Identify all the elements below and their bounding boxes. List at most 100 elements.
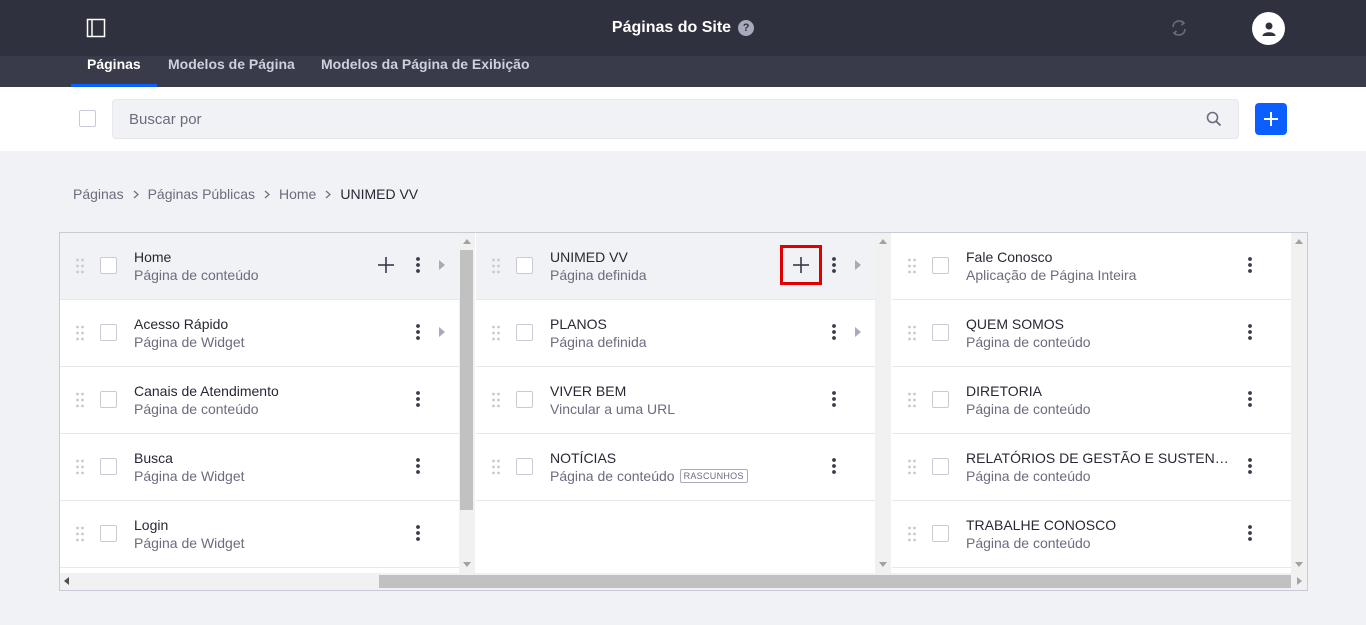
page-title-text[interactable]: Home (134, 249, 171, 265)
page-title-text[interactable]: Canais de Atendimento (134, 383, 279, 399)
page-row[interactable]: Fale Conosco Aplicação de Página Inteira (892, 233, 1292, 300)
drag-handle-icon[interactable] (908, 526, 916, 542)
options-menu-icon[interactable] (1243, 523, 1257, 543)
row-checkbox[interactable] (932, 324, 949, 341)
page-row[interactable]: Busca Página de Widget (60, 434, 460, 501)
page-title-text[interactable]: UNIMED VV (550, 249, 628, 265)
options-menu-icon[interactable] (411, 255, 425, 275)
drag-handle-icon[interactable] (76, 526, 84, 542)
drag-handle-icon[interactable] (908, 392, 916, 408)
page-type-label: Página de conteúdo (550, 468, 675, 484)
row-checkbox[interactable] (932, 458, 949, 475)
row-checkbox[interactable] (100, 324, 117, 341)
drag-handle-icon[interactable] (76, 258, 84, 274)
row-checkbox[interactable] (100, 525, 117, 542)
page-title-text[interactable]: NOTÍCIAS (550, 450, 616, 466)
page-title-text[interactable]: PLANOS (550, 316, 607, 332)
column-2-scrollbar[interactable] (875, 233, 891, 573)
page-row[interactable]: TRABALHE CONOSCO Página de conteúdo (892, 501, 1292, 568)
options-menu-icon[interactable] (1243, 389, 1257, 409)
page-row[interactable]: Acesso Rápido Página de Widget (60, 300, 460, 367)
row-checkbox[interactable] (932, 525, 949, 542)
page-row[interactable]: Login Página de Widget (60, 501, 460, 568)
add-child-page-button[interactable] (374, 253, 398, 277)
drag-handle-icon[interactable] (76, 459, 84, 475)
search-input[interactable] (129, 100, 1189, 138)
options-menu-icon[interactable] (411, 523, 425, 543)
page-title-text[interactable]: DIRETORIA (966, 383, 1042, 399)
column-3-scrollbar[interactable] (1291, 233, 1307, 573)
options-menu-icon[interactable] (827, 322, 841, 342)
expand-chevron-icon[interactable] (855, 260, 861, 270)
drag-handle-icon[interactable] (76, 392, 84, 408)
column-1-scrollbar[interactable] (459, 233, 475, 573)
options-menu-icon[interactable] (827, 255, 841, 275)
tab-modelos-pagina-exibicao[interactable]: Modelos da Página de Exibição (321, 56, 530, 87)
page-type-text: Vincular a uma URL (550, 401, 675, 417)
options-menu-icon[interactable] (1243, 456, 1257, 476)
drag-handle-icon[interactable] (492, 392, 500, 408)
options-menu-icon[interactable] (827, 456, 841, 476)
drag-handle-icon[interactable] (908, 325, 916, 341)
page-row[interactable]: PLANOS Página definida (476, 300, 876, 367)
row-checkbox[interactable] (100, 458, 117, 475)
search-icon[interactable] (1206, 111, 1222, 127)
options-menu-icon[interactable] (1243, 322, 1257, 342)
tab-modelos-de-pagina[interactable]: Modelos de Página (168, 56, 295, 87)
breadcrumb-item[interactable]: Home (279, 186, 316, 202)
page-row[interactable]: UNIMED VV Página definida (476, 233, 876, 300)
breadcrumb-item[interactable]: Páginas (73, 186, 124, 202)
options-menu-icon[interactable] (1243, 255, 1257, 275)
page-title-text[interactable]: Acesso Rápido (134, 316, 228, 332)
page-title-text[interactable]: QUEM SOMOS (966, 316, 1064, 332)
add-child-page-button[interactable] (780, 245, 822, 285)
options-menu-icon[interactable] (411, 456, 425, 476)
drag-handle-icon[interactable] (492, 459, 500, 475)
page-row[interactable]: Canais de Atendimento Página de conteúdo (60, 367, 460, 434)
breadcrumb-item[interactable]: Páginas Públicas (148, 186, 255, 202)
row-checkbox[interactable] (932, 257, 949, 274)
tab-paginas[interactable]: Páginas (71, 56, 157, 87)
page-title-text[interactable]: RELATÓRIOS DE GESTÃO E SUSTENTABILIDADE (966, 450, 1231, 466)
page-row[interactable]: DIRETORIA Página de conteúdo (892, 367, 1292, 434)
drag-handle-icon[interactable] (908, 459, 916, 475)
drag-handle-icon[interactable] (492, 258, 500, 274)
page-row[interactable]: NOTÍCIAS Página de conteúdo RASCUNHOS (476, 434, 876, 501)
page-row[interactable]: VIVER BEM Vincular a uma URL (476, 367, 876, 434)
page-type-text: Página de conteúdo (966, 401, 1091, 417)
options-menu-icon[interactable] (411, 322, 425, 342)
page-title-text[interactable]: TRABALHE CONOSCO (966, 517, 1116, 533)
row-checkbox[interactable] (100, 391, 117, 408)
expand-chevron-icon[interactable] (855, 327, 861, 337)
drag-handle-icon[interactable] (908, 258, 916, 274)
expand-chevron-icon[interactable] (439, 260, 445, 270)
page-row[interactable]: RELATÓRIOS DE GESTÃO E SUSTENTABILIDADE P… (892, 434, 1292, 501)
page-title-text[interactable]: Busca (134, 450, 173, 466)
expand-chevron-icon[interactable] (439, 327, 445, 337)
drag-handle-icon[interactable] (492, 325, 500, 341)
drag-handle-icon[interactable] (76, 325, 84, 341)
row-checkbox[interactable] (932, 391, 949, 408)
user-avatar-icon[interactable] (1252, 12, 1285, 45)
row-checkbox[interactable] (100, 257, 117, 274)
page-row[interactable]: Home Página de conteúdo (60, 233, 460, 300)
select-all-checkbox[interactable] (79, 110, 96, 127)
row-checkbox[interactable] (516, 324, 533, 341)
help-icon[interactable]: ? (738, 20, 755, 36)
page-title-text[interactable]: Fale Conosco (966, 249, 1052, 265)
search-box (112, 99, 1239, 139)
sync-icon[interactable] (1169, 18, 1189, 38)
page-type-label: Aplicação de Página Inteira (966, 267, 1137, 283)
column-1: Home Página de conteúdo Acesso Rápido Págin… (60, 233, 460, 573)
row-checkbox[interactable] (516, 257, 533, 274)
options-menu-icon[interactable] (411, 389, 425, 409)
page-title-text[interactable]: Login (134, 517, 168, 533)
row-checkbox[interactable] (516, 391, 533, 408)
options-menu-icon[interactable] (827, 389, 841, 409)
page-row[interactable]: QUEM SOMOS Página de conteúdo (892, 300, 1292, 367)
horizontal-scrollbar[interactable] (60, 573, 1307, 590)
add-page-button[interactable] (1255, 103, 1287, 135)
row-checkbox[interactable] (516, 458, 533, 475)
sidebar-toggle-icon[interactable] (86, 18, 106, 38)
page-title-text[interactable]: VIVER BEM (550, 383, 626, 399)
